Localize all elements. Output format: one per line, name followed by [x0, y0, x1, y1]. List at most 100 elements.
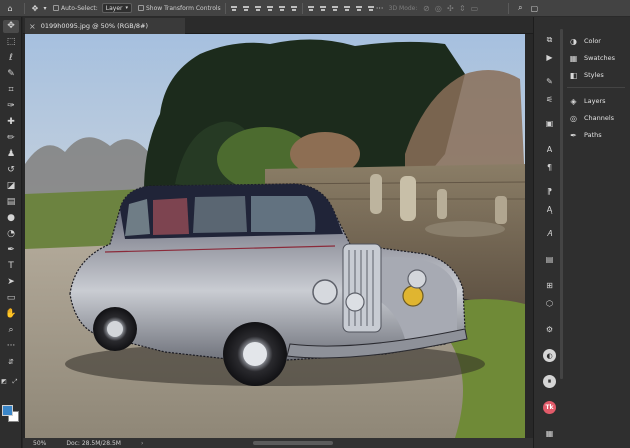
workspace-icon[interactable]: ▢ [527, 2, 541, 15]
panel-label: Layers [584, 97, 606, 105]
align-left-icon[interactable] [230, 4, 238, 12]
panel-label: Paths [584, 131, 602, 139]
auto-select-checkbox[interactable]: Auto-Select: [53, 5, 98, 12]
align-bottom-icon[interactable] [290, 4, 298, 12]
horizontal-scrollbar[interactable] [253, 441, 333, 445]
type-options-icon[interactable]: 𝐴 [543, 227, 556, 240]
3d-mode-label: 3D Mode: [388, 4, 418, 12]
distribute-middle-icon[interactable] [319, 4, 327, 12]
gear-icon[interactable]: ⚙ [543, 323, 556, 336]
adjustments-icon[interactable]: ⚟ [543, 93, 556, 106]
dodge-tool-icon[interactable]: ◔ [3, 228, 19, 241]
character-styles-icon[interactable]: Ą [543, 203, 556, 216]
glyphs-icon[interactable]: ⁋ [543, 185, 556, 198]
distribute-left-icon[interactable] [343, 4, 351, 12]
3d-scale-icon[interactable]: ▭ [468, 2, 480, 15]
align-middle-icon[interactable] [278, 4, 286, 12]
pause-icon[interactable]: ⏸ [543, 375, 556, 388]
auto-select-label: Auto-Select: [61, 4, 98, 12]
eyedropper-tool-icon[interactable]: ✑ [3, 100, 19, 113]
brush-tool-icon[interactable]: ✏ [3, 132, 19, 145]
right-icon-strip: ⧉ ▶ ✎ ⚟ ▣ A ¶ ⁋ Ą 𝐴 ▤ ⊞ ⬡ ⚙ ◐ ⏸ Tk ▦ [533, 17, 563, 448]
timeline-icon[interactable]: ⊞ [543, 279, 556, 292]
foreground-color-swatch[interactable] [2, 405, 13, 416]
paragraph-icon[interactable]: ¶ [543, 161, 556, 174]
doc-size-info[interactable]: Doc: 28.5M/28.5M [66, 440, 121, 447]
path-select-tool-icon[interactable]: ➤ [3, 276, 19, 289]
show-transform-checkbox[interactable]: Show Transform Controls [138, 5, 221, 12]
document-tab[interactable]: × 0199h0095.jpg @ 50% (RGB/8#) [25, 18, 185, 34]
quick-select-tool-icon[interactable]: ✎ [3, 68, 19, 81]
home-icon[interactable]: ⌂ [0, 2, 20, 15]
options-bar: ⌂ ✥ ▾ Auto-Select: Layer ▾ Show Transfor… [0, 0, 630, 17]
search-icon[interactable]: ⌕ [513, 2, 527, 15]
3d-icon[interactable]: ⬡ [543, 297, 556, 310]
chevron-down-icon: ▾ [125, 5, 128, 11]
divider [224, 2, 226, 14]
3d-pan-icon[interactable]: ✣ [444, 2, 456, 15]
status-bar: 50% Doc: 28.5M/28.5M › [23, 438, 533, 448]
canvas-area[interactable] [23, 34, 533, 438]
3d-slide-icon[interactable]: ⇕ [456, 2, 468, 15]
distribute-buttons [307, 4, 375, 12]
align-right-icon[interactable] [254, 4, 262, 12]
actions-play-icon[interactable]: ▶ [543, 51, 556, 64]
close-icon[interactable]: × [29, 22, 36, 31]
pen-tool-icon[interactable]: ✒ [3, 244, 19, 257]
checkbox-icon[interactable] [138, 5, 144, 11]
marquee-tool-icon[interactable]: ⬚ [3, 36, 19, 49]
character-icon[interactable]: A [543, 143, 556, 156]
panel-color[interactable]: ◑ Color [569, 34, 601, 48]
tk-plugin-icon[interactable]: Tk [543, 401, 556, 414]
distribute-right-icon[interactable] [367, 4, 375, 12]
divider [567, 87, 625, 88]
brush-settings-icon[interactable]: ✎ [543, 75, 556, 88]
healing-brush-tool-icon[interactable]: ✚ [3, 116, 19, 129]
hand-tool-icon[interactable]: ✋ [3, 308, 19, 321]
eraser-tool-icon[interactable]: ◪ [3, 180, 19, 193]
blur-tool-icon[interactable]: ● [3, 212, 19, 225]
lasso-tool-icon[interactable]: ℓ [3, 52, 19, 65]
panel-paths[interactable]: ✒ Paths [569, 128, 602, 142]
distribute-top-icon[interactable] [307, 4, 315, 12]
document-tab-title: 0199h0095.jpg @ 50% (RGB/8#) [40, 22, 149, 30]
edit-toolbar-icon[interactable]: ⇵ [3, 356, 19, 369]
properties-icon[interactable]: ▣ [543, 117, 556, 130]
more-icon[interactable]: ··· [375, 2, 385, 15]
history-icon[interactable]: ⧉ [543, 33, 556, 46]
align-top-icon[interactable] [266, 4, 274, 12]
contrast-icon[interactable]: ◐ [543, 349, 556, 362]
checkbox-icon[interactable] [53, 5, 59, 11]
distribute-center-icon[interactable] [355, 4, 363, 12]
chevron-down-icon[interactable]: ▾ [41, 2, 49, 15]
align-center-icon[interactable] [242, 4, 250, 12]
crop-tool-icon[interactable]: ⌗ [3, 84, 19, 97]
history-brush-tool-icon[interactable]: ↺ [3, 164, 19, 177]
panel-channels[interactable]: ◎ Channels [569, 111, 614, 125]
photoshop-window: ⌂ ✥ ▾ Auto-Select: Layer ▾ Show Transfor… [0, 0, 630, 448]
zoom-level[interactable]: 50% [33, 440, 46, 447]
move-tool-icon[interactable]: ✥ [3, 20, 19, 33]
type-tool-icon[interactable]: T [3, 260, 19, 273]
rectangle-tool-icon[interactable]: ▭ [3, 292, 19, 305]
gradient-tool-icon[interactable]: ▤ [3, 196, 19, 209]
document-image[interactable] [25, 34, 525, 438]
chevron-right-icon[interactable]: › [141, 440, 143, 447]
zoom-tool-icon[interactable]: ⌕ [3, 324, 19, 337]
more-tools-icon[interactable]: ··· [3, 340, 19, 353]
auto-select-value: Layer [105, 4, 123, 12]
3d-roll-icon[interactable]: ◎ [432, 2, 444, 15]
panel-styles[interactable]: ◧ Styles [569, 68, 604, 82]
3d-orbit-icon[interactable]: ⊘ [420, 2, 432, 15]
swap-colors-icon[interactable]: ⤢ [11, 375, 19, 388]
move-tool-icon[interactable]: ✥ [29, 2, 41, 15]
plugin-panel-icon[interactable]: ▦ [543, 427, 556, 440]
clone-stamp-tool-icon[interactable]: ♟ [3, 148, 19, 161]
panel-layers[interactable]: ◈ Layers [569, 94, 606, 108]
distribute-bottom-icon[interactable] [331, 4, 339, 12]
panel-label: Swatches [584, 54, 616, 62]
libraries-icon[interactable]: ▤ [543, 253, 556, 266]
panel-swatches[interactable]: ▦ Swatches [569, 51, 615, 65]
auto-select-dropdown[interactable]: Layer ▾ [101, 3, 132, 13]
default-colors-icon[interactable]: ◩ [0, 375, 8, 388]
